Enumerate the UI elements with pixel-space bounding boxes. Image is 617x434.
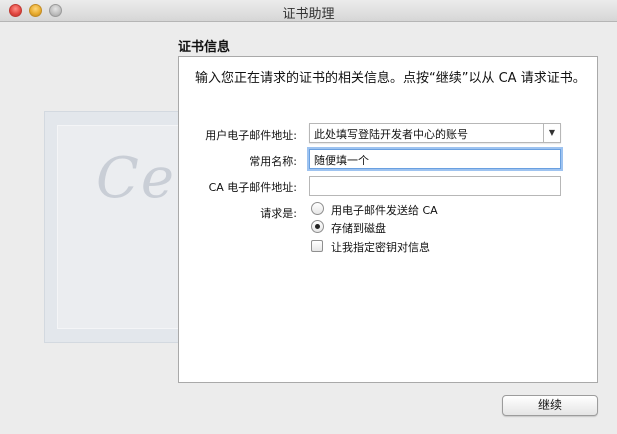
radio-dot-icon — [315, 224, 320, 229]
radio-save-to-disk-label: 存储到磁盘 — [331, 222, 386, 235]
certificate-assistant-window: 证书助理 Certificate 证书信息 输入您正在请求的证书的相关信息。点按… — [0, 0, 617, 434]
certificate-info-panel: 输入您正在请求的证书的相关信息。点按“继续”以从 CA 请求证书。 用户电子邮件… — [178, 56, 598, 383]
section-heading: 证书信息 — [178, 40, 231, 55]
continue-button[interactable]: 继续 — [502, 395, 598, 416]
ca-email-input[interactable] — [309, 176, 561, 196]
title-bar: 证书助理 — [0, 0, 617, 22]
checkbox-icon[interactable] — [311, 240, 323, 252]
checkbox-key-pair-info-label: 让我指定密钥对信息 — [331, 241, 430, 254]
intro-text: 输入您正在请求的证书的相关信息。点按“继续”以从 CA 请求证书。 — [195, 71, 586, 86]
user-email-combobox[interactable]: 此处填写登陆开发者中心的账号 ▼ — [309, 123, 561, 143]
request-type-label: 请求是: — [260, 207, 297, 220]
common-name-value: 随便填一个 — [314, 154, 369, 167]
chevron-down-icon[interactable]: ▼ — [543, 124, 560, 142]
window-title: 证书助理 — [282, 7, 335, 22]
common-name-label: 常用名称: — [249, 155, 297, 168]
user-email-value: 此处填写登陆开发者中心的账号 — [314, 128, 468, 141]
common-name-input[interactable]: 随便填一个 — [309, 149, 561, 169]
radio-button-icon[interactable] — [311, 202, 324, 215]
radio-email-to-ca-label: 用电子邮件发送给 CA — [331, 204, 438, 217]
user-email-label: 用户电子邮件地址: — [205, 129, 297, 142]
radio-button-selected-icon[interactable] — [311, 220, 324, 233]
ca-email-label: CA 电子邮件地址: — [208, 181, 297, 194]
